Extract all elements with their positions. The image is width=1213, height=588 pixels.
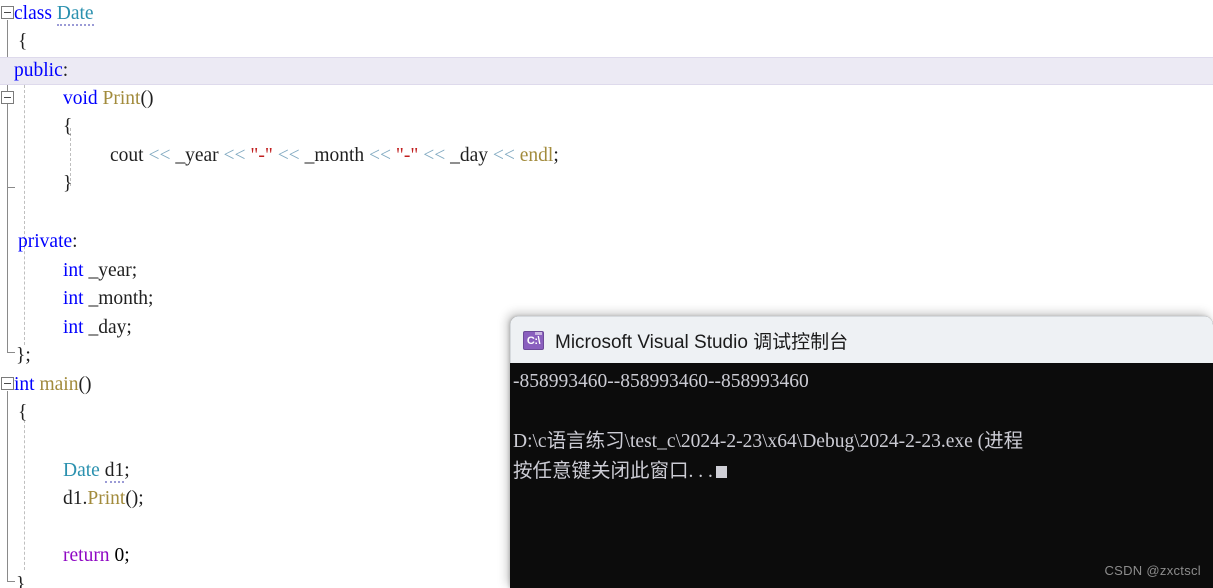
code-line[interactable]: class Date [0, 0, 1213, 28]
console-app-icon: C:\ [523, 330, 544, 350]
code-line-text: Date d1; [63, 460, 130, 483]
code-line-text: public: [14, 60, 69, 81]
code-line-text: } [16, 574, 26, 588]
code-line-text: { [63, 116, 73, 137]
code-line-text: cout << _year << "-" << _month << "-" <<… [110, 145, 559, 166]
console-output-line: D:\c语言练习\test_c\2024-2-23\x64\Debug\2024… [513, 431, 1024, 452]
debug-console-window[interactable]: C:\ Microsoft Visual Studio 调试控制台 -85899… [510, 316, 1213, 588]
console-title-bar[interactable]: C:\ Microsoft Visual Studio 调试控制台 [510, 316, 1213, 363]
console-output-line: -858993460--858993460--858993460 [513, 371, 809, 392]
code-line[interactable]: } [0, 170, 1213, 198]
code-line-text: return 0; [63, 545, 130, 566]
code-line-text: class Date [14, 3, 94, 26]
code-line-text: int _year; [63, 260, 138, 281]
code-line-current[interactable]: public: [0, 57, 1213, 86]
console-icon-glyph: C:\ [526, 334, 541, 347]
code-line-text: int main() [14, 374, 92, 395]
code-line-text: d1.Print(); [63, 488, 144, 509]
code-line-text: private: [18, 231, 78, 252]
code-line-text: { [18, 402, 28, 423]
code-line[interactable]: int _month; [0, 285, 1213, 313]
code-line[interactable]: private: [0, 228, 1213, 256]
code-line-text: } [63, 173, 73, 194]
console-prompt-line: 按任意键关闭此窗口. . . [512, 457, 1213, 487]
code-line-text: void Print() [63, 88, 154, 109]
csdn-watermark: CSDN @zxctscl [1104, 563, 1201, 578]
console-cursor [715, 466, 727, 478]
console-output-area[interactable]: -858993460--858993460--858993460 D:\c语言练… [510, 363, 1213, 588]
code-line-text: { [18, 31, 28, 52]
code-line[interactable]: { [0, 28, 1213, 56]
code-line[interactable]: cout << _year << "-" << _month << "-" <<… [0, 142, 1213, 170]
code-line[interactable]: void Print() [0, 85, 1213, 113]
code-line-text: }; [16, 345, 31, 366]
console-title-text: Microsoft Visual Studio 调试控制台 [555, 331, 849, 353]
code-line[interactable]: int _year; [0, 257, 1213, 285]
code-line-text: int _day; [63, 317, 132, 338]
console-prompt-text: 按任意键关闭此窗口. . . [513, 461, 713, 482]
code-line-text: int _month; [63, 288, 154, 309]
code-line[interactable] [0, 199, 1213, 227]
code-line[interactable]: { [0, 113, 1213, 141]
